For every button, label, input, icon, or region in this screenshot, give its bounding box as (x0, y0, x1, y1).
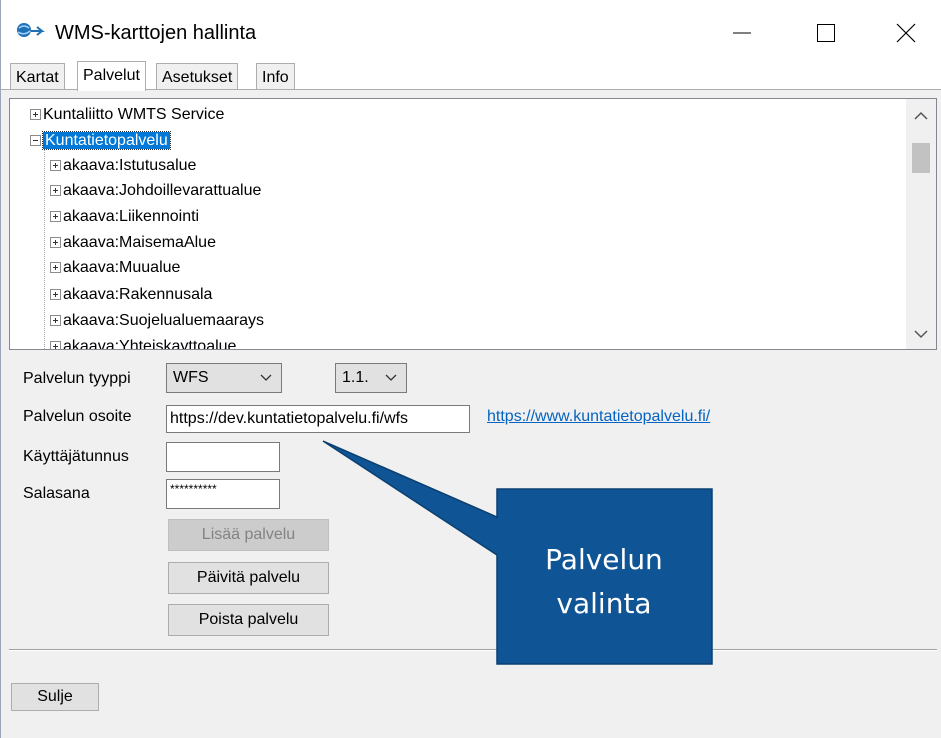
minimize-icon (733, 32, 751, 34)
tree-node-label: akaava:Istutusalue (63, 157, 197, 174)
tree-node-label: akaava:Muualue (63, 259, 181, 276)
tree-node-label: Kuntaliitto WMTS Service (43, 106, 225, 123)
tree-node-label: akaava:Liikennointi (63, 208, 200, 225)
scroll-up-button[interactable] (906, 105, 936, 127)
tree-node-layer[interactable]: akaava:Istutusalue (50, 154, 196, 178)
tree-node-label-selected: Kuntatietopalvelu (42, 131, 171, 150)
delete-service-button[interactable]: Poista palvelu (168, 604, 329, 636)
chevron-down-icon (260, 374, 272, 381)
expand-icon[interactable] (50, 289, 61, 301)
tab-asetukset[interactable]: Asetukset (156, 63, 239, 90)
username-input[interactable] (166, 442, 280, 472)
expand-icon[interactable] (50, 211, 61, 223)
window-title: WMS-karttojen hallinta (55, 22, 257, 44)
password-input[interactable]: ********** (166, 479, 280, 509)
add-service-button[interactable]: Lisää palvelu (168, 519, 329, 551)
expand-icon[interactable] (50, 160, 61, 172)
tab-palvelut[interactable]: Palvelut (77, 61, 146, 91)
service-type-value: WFS (173, 369, 209, 386)
tree-node-label: akaava:Yhteiskayttoalue (63, 338, 237, 350)
tab-kartat[interactable]: Kartat (10, 63, 65, 90)
password-label: Salasana (23, 485, 90, 502)
scroll-thumb[interactable] (912, 143, 930, 173)
tab-info[interactable]: Info (256, 63, 295, 90)
collapse-icon[interactable] (30, 135, 41, 147)
tree-node-label: akaava:Suojelualuemaarays (63, 312, 265, 329)
expand-icon[interactable] (50, 315, 61, 327)
tree-node-layer[interactable]: akaava:Liikennointi (50, 205, 199, 229)
scroll-down-button[interactable] (906, 323, 936, 345)
service-type-select[interactable]: WFS (166, 363, 282, 393)
callout-line-1: Palvelun (545, 543, 663, 576)
footer-separator (9, 649, 937, 651)
tree-node-label: akaava:Johdoillevarattualue (63, 182, 262, 199)
maximize-button[interactable] (803, 10, 849, 56)
service-version-select[interactable]: 1.1. (335, 363, 407, 393)
tree-node-layer[interactable]: akaava:Muualue (50, 256, 180, 280)
tree-scrollbar[interactable] (906, 99, 936, 349)
title-bar: WMS-karttojen hallinta (1, 0, 941, 60)
service-version-value: 1.1. (342, 369, 369, 386)
tree-node-label: akaava:MaisemaAlue (63, 234, 216, 251)
app-window: WMS-karttojen hallinta Kartat Palvelut A… (0, 0, 941, 738)
chevron-down-icon (914, 330, 928, 339)
tree-node-label: akaava:Rakennusala (63, 286, 213, 303)
expand-icon[interactable] (50, 262, 61, 274)
expand-icon[interactable] (50, 341, 61, 349)
username-label: Käyttäjätunnus (23, 448, 129, 465)
close-icon (896, 23, 916, 43)
tree-node-layer[interactable]: akaava:Johdoillevarattualue (50, 179, 261, 203)
close-window-button[interactable] (883, 10, 929, 56)
chevron-down-icon (385, 374, 397, 381)
minimize-button[interactable] (719, 10, 765, 56)
update-service-button[interactable]: Päivitä palvelu (168, 562, 329, 594)
tree-node-kuntatietopalvelu[interactable]: Kuntatietopalvelu (30, 129, 171, 153)
tree-node-layer[interactable]: akaava:MaisemaAlue (50, 231, 216, 255)
tree-node-kuntaliitto[interactable]: Kuntaliitto WMTS Service (30, 103, 224, 127)
service-type-label: Palvelun tyyppi (23, 370, 131, 387)
expand-icon[interactable] (50, 185, 61, 197)
callout-text: Palvelun valinta (497, 538, 711, 626)
tree-node-layer[interactable]: akaava:Suojelualuemaarays (50, 309, 264, 333)
tree-node-layer[interactable]: akaava:Rakennusala (50, 283, 212, 307)
expand-icon[interactable] (50, 237, 61, 249)
maximize-icon (817, 24, 835, 42)
tree-guide-line (44, 141, 45, 349)
service-address-input[interactable]: https://dev.kuntatietopalvelu.fi/wfs (166, 405, 470, 433)
callout-line-2: valinta (556, 587, 652, 620)
service-address-label: Palvelun osoite (23, 408, 132, 425)
app-globe-icon (17, 23, 45, 37)
close-button[interactable]: Sulje (11, 683, 99, 711)
service-tree[interactable]: Kuntaliitto WMTS Service Kuntatietopalve… (9, 98, 937, 350)
tree-node-layer[interactable]: akaava:Yhteiskayttoalue (50, 335, 237, 350)
service-homepage-link[interactable]: https://www.kuntatietopalvelu.fi/ (487, 408, 710, 426)
chevron-up-icon (914, 111, 928, 120)
expand-icon[interactable] (30, 109, 41, 121)
